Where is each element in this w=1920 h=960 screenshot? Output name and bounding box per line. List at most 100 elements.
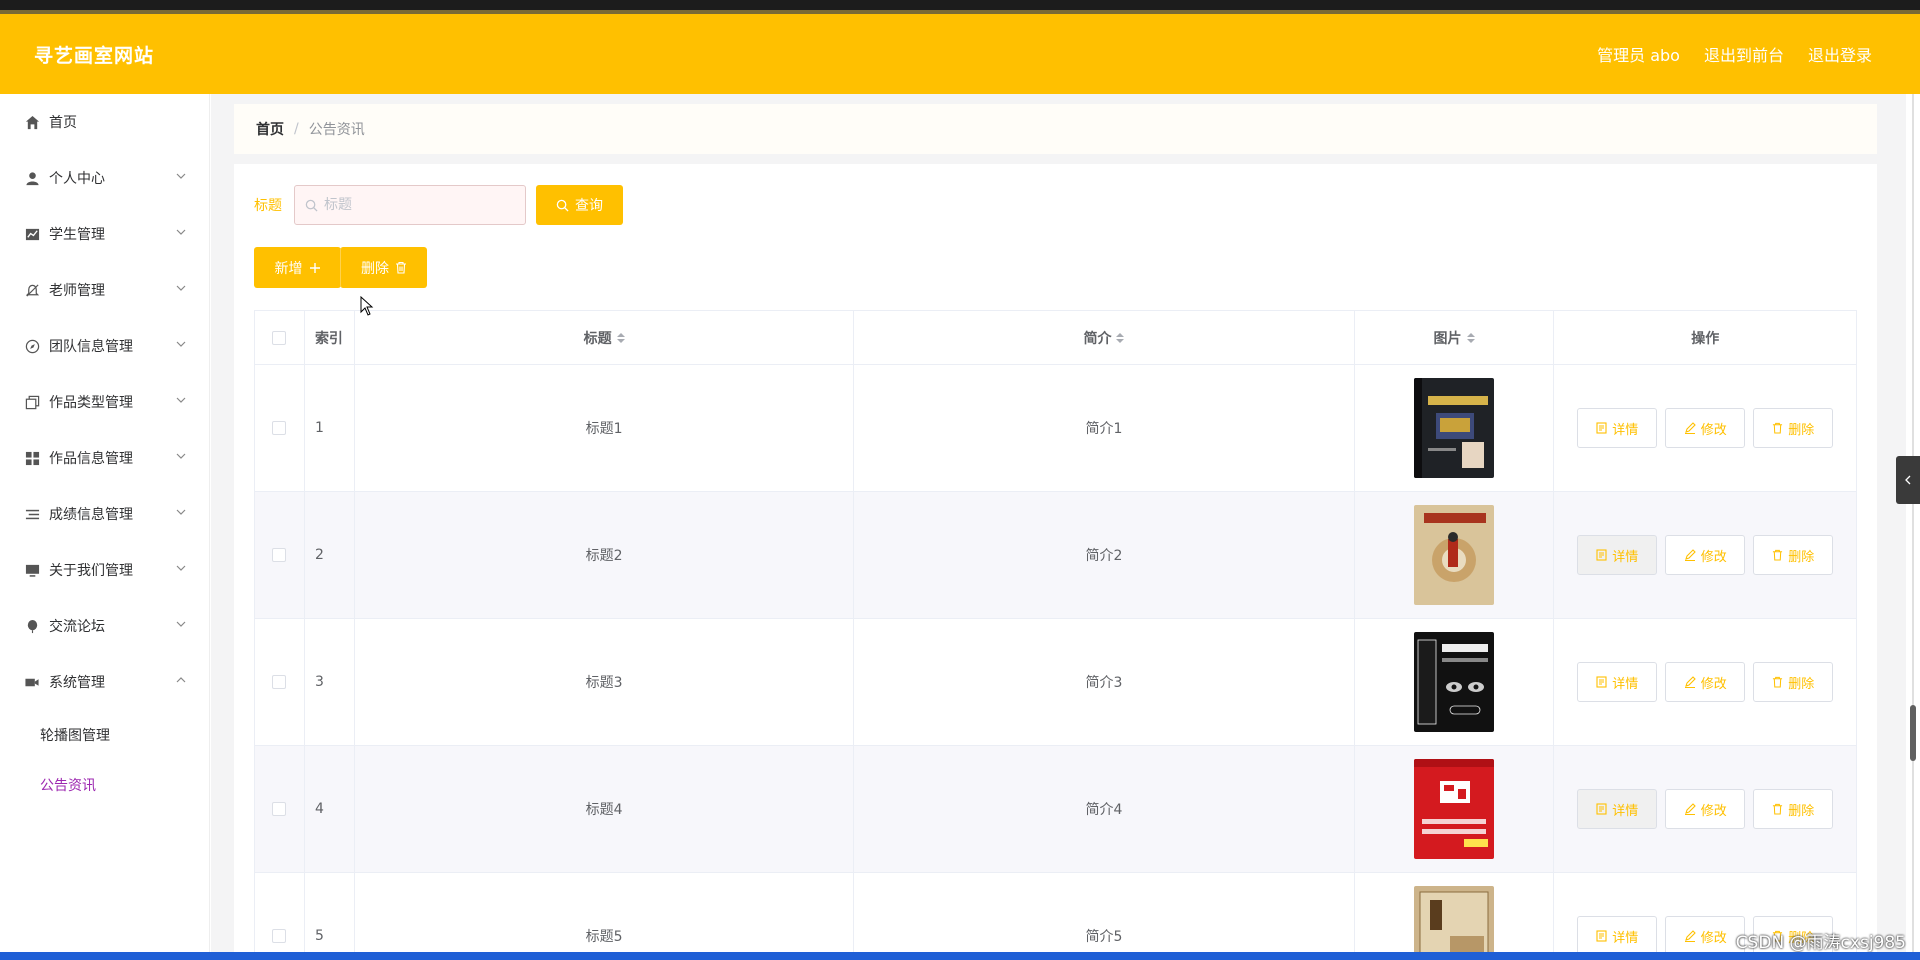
sort-icon[interactable] — [1116, 332, 1125, 343]
detail-button[interactable]: 详情 — [1577, 662, 1658, 702]
row-title: 标题4 — [355, 746, 855, 872]
sidebar-item-home[interactable]: 首页 — [0, 94, 209, 150]
sort-icon[interactable] — [616, 332, 625, 343]
watermark-text: CSDN @雨涛cxsj985 — [1735, 933, 1906, 953]
compass-icon — [24, 338, 40, 354]
row-title: 标题2 — [355, 492, 855, 618]
breadcrumb-separator: / — [294, 121, 299, 137]
sidebar-item-about[interactable]: 关于我们管理 — [0, 542, 209, 598]
header-brief[interactable]: 简介 — [854, 311, 1355, 364]
add-button[interactable]: 新增 — [254, 247, 341, 288]
edit-button-label: 修改 — [1700, 676, 1727, 692]
chevron-down-icon — [176, 173, 186, 179]
chevron-down-icon — [176, 229, 186, 235]
sidebar-item-profile[interactable]: 个人中心 — [0, 150, 209, 206]
row-checkbox-cell — [255, 365, 305, 491]
admin-user-link[interactable]: 管理员 abo — [1597, 42, 1680, 66]
delete-button[interactable]: 删除 — [1753, 789, 1834, 829]
detail-button[interactable]: 详情 — [1577, 408, 1658, 448]
sidebar-item-label: 团队信息管理 — [49, 339, 133, 355]
chevron-down-icon — [176, 285, 186, 291]
sort-icon[interactable] — [1466, 332, 1475, 343]
detail-button[interactable]: 详情 — [1577, 535, 1658, 575]
list-icon — [24, 506, 40, 522]
trash-icon — [1773, 422, 1783, 434]
delete-button-label: 删除 — [1788, 549, 1815, 565]
sidebar-subitem-carousel[interactable]: 轮播图管理 — [0, 710, 209, 760]
delete-button[interactable]: 删除 — [1753, 408, 1834, 448]
exit-to-frontend-link[interactable]: 退出到前台 — [1704, 42, 1784, 66]
sidebar-item-label: 学生管理 — [49, 227, 105, 243]
sidebar-item-teams[interactable]: 团队信息管理 — [0, 318, 209, 374]
chevron-down-icon — [176, 621, 186, 627]
row-checkbox-cell — [255, 619, 305, 745]
header-index: 索引 — [305, 311, 355, 364]
delete-button[interactable]: 删除 — [1753, 535, 1834, 575]
edit-icon — [1684, 803, 1696, 815]
edit-button[interactable]: 修改 — [1665, 535, 1746, 575]
header-image-label: 图片 — [1433, 330, 1462, 347]
delete-button-label: 删除 — [1788, 803, 1815, 819]
search-icon — [305, 199, 318, 212]
sidebar-item-label: 个人中心 — [49, 171, 105, 187]
header-links: 管理员 abo 退出到前台 退出登录 — [1597, 42, 1872, 66]
row-brief: 简介4 — [854, 746, 1355, 872]
chevron-up-icon — [176, 677, 186, 683]
edit-button[interactable]: 修改 — [1665, 916, 1746, 956]
sidebar-item-scores[interactable]: 成绩信息管理 — [0, 486, 209, 542]
sidebar-item-works[interactable]: 作品信息管理 — [0, 430, 209, 486]
sidebar-item-forum[interactable]: 交流论坛 — [0, 598, 209, 654]
scrollbar-thumb[interactable] — [1910, 705, 1916, 761]
book-cover-orange — [1414, 505, 1495, 605]
copy-icon — [24, 394, 40, 410]
content-panel: 标题 查询 新增 删除 索引 标题 简介 图片 操作 — [234, 164, 1877, 960]
header-image[interactable]: 图片 — [1355, 311, 1555, 364]
sidebar-item-system[interactable]: 系统管理 — [0, 654, 209, 710]
book-cover-classic — [1414, 886, 1495, 960]
sidebar-item-teachers[interactable]: 老师管理 — [0, 262, 209, 318]
sidebar-item-work-types[interactable]: 作品类型管理 — [0, 374, 209, 430]
row-brief: 简介1 — [854, 365, 1355, 491]
sidebar-item-label: 作品类型管理 — [49, 395, 133, 411]
search-input[interactable] — [324, 197, 514, 213]
table-row: 4 标题4 简介4 详情 修改 删除 — [255, 746, 1856, 873]
delete-button[interactable]: 删除 — [1753, 662, 1834, 702]
row-checkbox[interactable] — [272, 802, 287, 816]
detail-button[interactable]: 详情 — [1577, 789, 1658, 829]
table-row: 2 标题2 简介2 详情 修改 删除 — [255, 492, 1856, 619]
sidebar-item-label: 作品信息管理 — [49, 451, 133, 467]
query-button[interactable]: 查询 — [536, 185, 623, 225]
edit-icon — [1684, 549, 1696, 561]
edit-icon — [1684, 422, 1696, 434]
edit-button[interactable]: 修改 — [1665, 662, 1746, 702]
table-header: 索引 标题 简介 图片 操作 — [255, 311, 1856, 365]
side-collapse-handle[interactable] — [1896, 456, 1920, 504]
edit-button[interactable]: 修改 — [1665, 408, 1746, 448]
sidebar-item-students[interactable]: 学生管理 — [0, 206, 209, 262]
breadcrumb-home[interactable]: 首页 — [256, 119, 284, 139]
row-title: 标题3 — [355, 619, 855, 745]
detail-button[interactable]: 详情 — [1577, 916, 1658, 956]
edit-button[interactable]: 修改 — [1665, 789, 1746, 829]
document-icon — [1596, 676, 1607, 688]
row-checkbox[interactable] — [272, 548, 287, 562]
sidebar-item-label: 交流论坛 — [49, 619, 105, 635]
select-all-checkbox[interactable] — [272, 330, 287, 345]
header-title[interactable]: 标题 — [355, 311, 855, 364]
chevron-down-icon — [176, 509, 186, 515]
table-row: 5 标题5 简介5 详情 修改 删除 — [255, 873, 1856, 960]
batch-delete-button[interactable]: 删除 — [340, 247, 427, 288]
detail-button-label: 详情 — [1612, 803, 1639, 819]
row-checkbox[interactable] — [272, 675, 287, 689]
chart-icon — [24, 226, 40, 242]
row-operations: 详情 修改 删除 — [1554, 619, 1856, 745]
balloon-icon — [24, 618, 40, 634]
row-checkbox[interactable] — [272, 421, 287, 435]
trash-icon — [396, 261, 406, 274]
document-icon — [1596, 549, 1607, 561]
sidebar-subitem-announcements[interactable]: 公告资讯 — [0, 760, 209, 810]
row-checkbox[interactable] — [272, 929, 287, 943]
logout-link[interactable]: 退出登录 — [1808, 42, 1872, 66]
row-index: 1 — [305, 365, 355, 491]
row-image-cell — [1355, 873, 1555, 960]
